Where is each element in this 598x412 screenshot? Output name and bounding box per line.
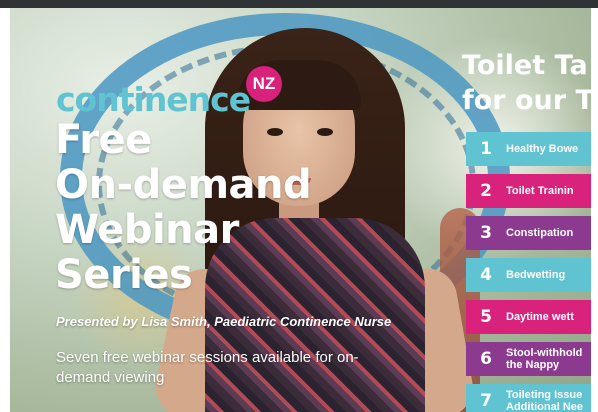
webinar-banner[interactable]: continence NZ Free On-demand Webinar Ser… — [10, 8, 591, 412]
series-title-line-2: for our T — [462, 85, 591, 116]
series-title: Toilet Ta for our T — [462, 48, 591, 118]
topic-item-4[interactable]: 4 Bedwetting — [466, 258, 591, 292]
headline-line-1: Free — [55, 117, 152, 163]
right-border — [591, 8, 598, 412]
topic-label: Daytime wett — [506, 311, 574, 323]
topic-item-1[interactable]: 1 Healthy Bowe — [466, 132, 591, 166]
topic-item-6[interactable]: 6 Stool-withhold the Nappy — [466, 342, 591, 376]
logo-nz-badge: NZ — [246, 66, 282, 102]
series-title-line-1: Toilet Ta — [462, 50, 588, 81]
topic-number: 2 — [480, 181, 492, 201]
topic-label: Stool-withhold the Nappy — [506, 347, 583, 371]
topic-label: Toileting Issue Additional Nee — [506, 389, 584, 412]
topic-label: Bedwetting — [506, 269, 566, 281]
topic-number: 7 — [480, 391, 492, 411]
topic-list: 1 Healthy Bowe 2 Toilet Trainin 3 Consti… — [466, 132, 591, 412]
topic-item-5[interactable]: 5 Daytime wett — [466, 300, 591, 334]
headline: Free On-demand Webinar Series — [55, 118, 385, 298]
topic-label: Constipation — [506, 227, 574, 239]
topic-item-7[interactable]: 7 Toileting Issue Additional Nee — [466, 384, 591, 412]
topic-label: Healthy Bowe — [506, 143, 579, 155]
headline-line-4: Series — [55, 252, 193, 298]
topic-number: 4 — [480, 265, 492, 285]
headline-line-2: On-demand — [55, 162, 312, 208]
headline-line-3: Webinar — [55, 207, 239, 253]
topic-number: 5 — [480, 307, 492, 327]
topic-item-3[interactable]: 3 Constipation — [466, 216, 591, 250]
logo-wordmark: continence — [56, 80, 251, 119]
topic-label: Toilet Trainin — [506, 185, 574, 197]
topic-item-2[interactable]: 2 Toilet Trainin — [466, 174, 591, 208]
topic-number: 6 — [480, 349, 492, 369]
presenter-credit: Presented by Lisa Smith, Paediatric Cont… — [56, 314, 392, 329]
left-border — [0, 8, 10, 412]
topic-number: 1 — [480, 139, 492, 159]
topic-number: 3 — [480, 223, 492, 243]
continence-nz-logo: continence NZ — [56, 66, 282, 119]
top-dark-bar — [0, 0, 598, 8]
series-description: Seven free webinar sessions available fo… — [56, 349, 359, 386]
